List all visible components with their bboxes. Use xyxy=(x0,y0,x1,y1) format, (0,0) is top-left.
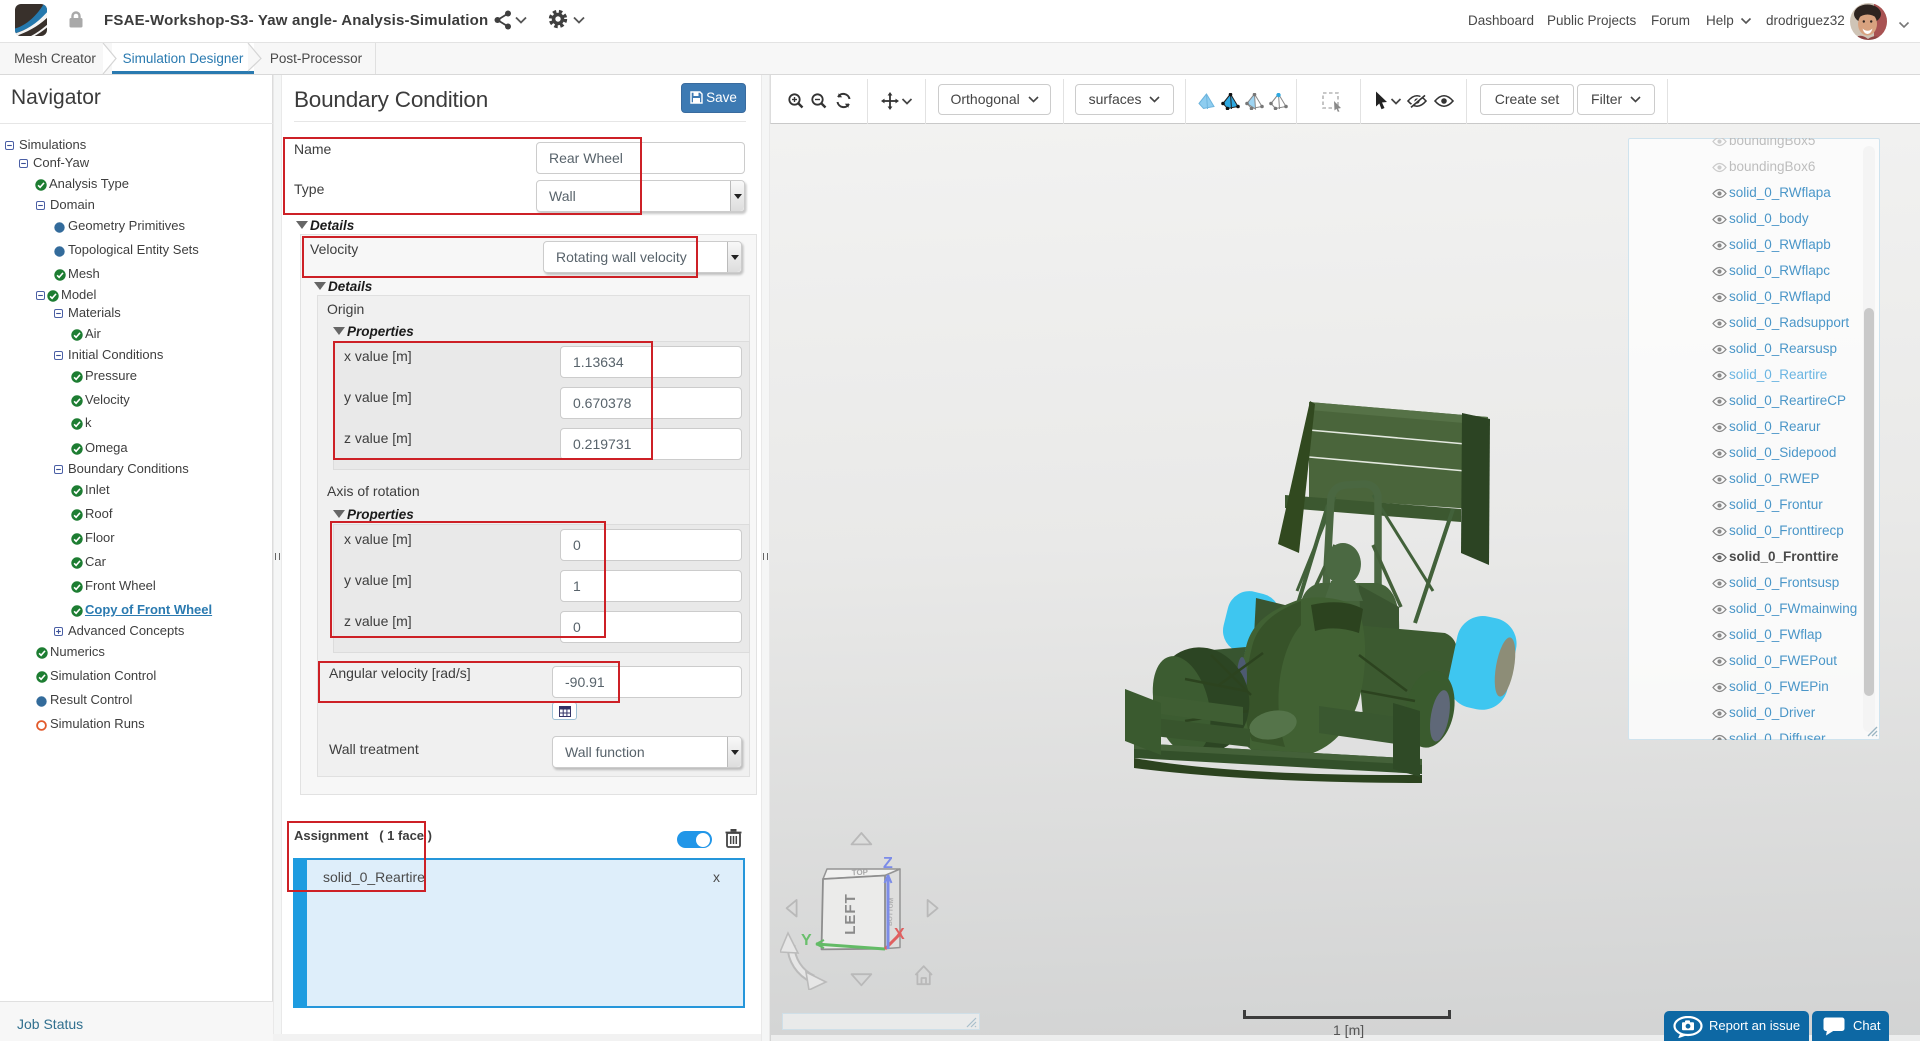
svg-text:Y: Y xyxy=(801,932,812,949)
svg-text:TOP: TOP xyxy=(851,868,868,878)
svg-text:Z: Z xyxy=(883,855,893,872)
svg-text:X: X xyxy=(894,926,905,943)
svg-text:LEFT: LEFT xyxy=(842,893,859,935)
